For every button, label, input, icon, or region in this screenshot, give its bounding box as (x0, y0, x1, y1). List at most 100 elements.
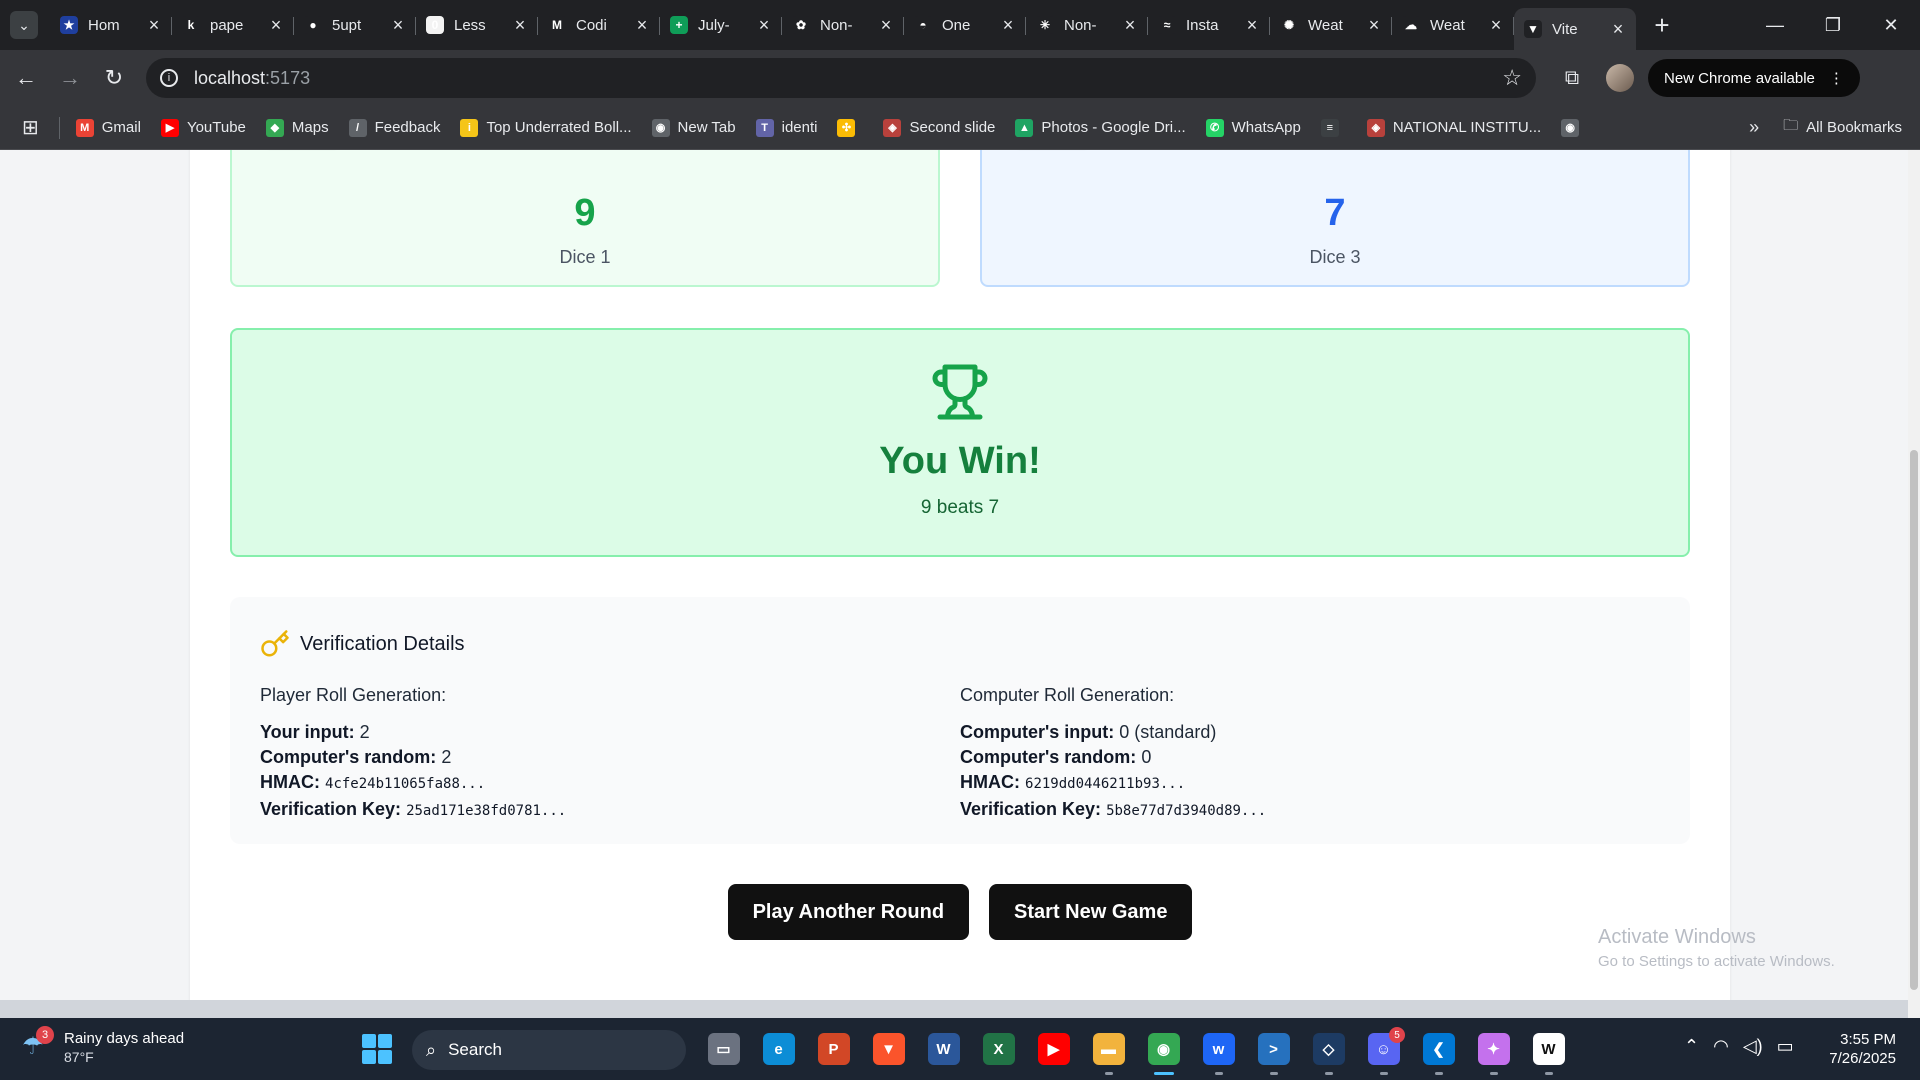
bookmark-item[interactable]: ▲ Photos - Google Dri... (1015, 118, 1186, 137)
wifi-icon[interactable]: ◠ (1713, 1036, 1729, 1057)
volume-icon[interactable]: ◁) (1743, 1036, 1763, 1057)
profile-avatar[interactable] (1606, 64, 1634, 92)
weather-temperature: 87°F (64, 1049, 94, 1065)
eu-flag-icon: ★ (60, 16, 78, 34)
browser-tab[interactable]: ✿ Non- × (782, 6, 904, 44)
taskbar-app[interactable]: ▭ (696, 1027, 751, 1071)
bookmark-item[interactable]: ◈ Second slide (883, 118, 995, 137)
browser-tab[interactable]: ◓ One × (904, 6, 1026, 44)
close-icon[interactable]: × (1122, 15, 1138, 36)
restore-icon[interactable]: ❐ (1804, 0, 1862, 50)
bookmark-label: Photos - Google Dri... (1041, 119, 1186, 136)
bookmark-item[interactable]: ≡ (1320, 118, 1347, 137)
player-key-row: Verification Key: 25ad171e38fd0781... (260, 797, 960, 824)
minimize-icon[interactable]: — (1746, 0, 1804, 50)
reload-button[interactable]: ↻ (96, 60, 132, 96)
taskbar-app[interactable]: P (806, 1027, 861, 1071)
close-icon[interactable]: × (634, 15, 650, 36)
taskbar-app[interactable]: ◇ (1301, 1027, 1356, 1075)
close-icon[interactable]: × (1610, 19, 1626, 40)
taskbar-app[interactable]: X (971, 1027, 1026, 1071)
bookmark-item[interactable]: i Top Underrated Boll... (460, 118, 632, 137)
taskbar-app[interactable]: W (916, 1027, 971, 1071)
bookmark-item[interactable]: / Feedback (348, 118, 440, 137)
taskbar-app[interactable]: W (1521, 1027, 1576, 1075)
taskbar-app[interactable]: e (751, 1027, 806, 1071)
dice-value: 9 (574, 192, 596, 234)
close-icon[interactable]: × (878, 15, 894, 36)
tailwind-icon: ≈ (1158, 16, 1176, 34)
bookmark-item[interactable]: ◆ Maps (265, 118, 329, 137)
extensions-icon[interactable]: ⧉ (1554, 60, 1590, 96)
browser-tab[interactable]: k pape × (172, 6, 294, 44)
back-button[interactable]: ← (8, 60, 44, 96)
chrome-update-button[interactable]: New Chrome available ⋮ (1648, 59, 1860, 97)
browser-tab[interactable]: 0 Less × (416, 6, 538, 44)
browser-tab[interactable]: ▼ Vite × (1514, 8, 1636, 50)
bookmark-item[interactable]: ✣ (837, 118, 863, 137)
browser-tab[interactable]: M Codi × (538, 6, 660, 44)
apps-grid-icon[interactable]: ⊞ (22, 115, 39, 140)
bookmark-item[interactable]: Tidenti (755, 118, 818, 137)
taskbar-app[interactable]: ▬ (1081, 1027, 1136, 1075)
taskbar-app[interactable]: > (1246, 1027, 1301, 1075)
taskbar-app[interactable]: ▶ (1026, 1027, 1081, 1071)
taskbar-clock[interactable]: 3:55 PM 7/26/2025 (1829, 1030, 1896, 1068)
new-tab-button[interactable]: + (1644, 7, 1680, 43)
horizontal-scrollbar[interactable] (0, 1000, 1908, 1018)
browser-tab[interactable]: + July- × (660, 6, 782, 44)
bookmark-item[interactable]: ▶ YouTube (160, 118, 246, 137)
bookmark-star-icon[interactable]: ☆ (1502, 65, 1522, 91)
browser-tab[interactable]: ● 5upt × (294, 6, 416, 44)
youtube-icon: ▶ (1037, 1033, 1070, 1065)
close-icon[interactable]: × (512, 15, 528, 36)
close-icon[interactable]: × (756, 15, 772, 36)
play-another-round-button[interactable]: Play Another Round (727, 884, 970, 940)
tab-search-button[interactable]: ⌄ (10, 11, 38, 39)
taskbar-app[interactable]: ◉ (1136, 1027, 1191, 1075)
activate-windows-watermark: Activate Windows Go to Settings to activ… (1598, 926, 1835, 970)
player-hmac-row: HMAC: 4cfe24b11065fa88... (260, 770, 960, 797)
taskbar-app[interactable]: ▼ (861, 1027, 916, 1071)
chevron-up-icon[interactable]: ⌃ (1684, 1036, 1699, 1057)
taskbar-app[interactable]: ☺ 5 (1356, 1027, 1411, 1075)
close-icon[interactable]: × (146, 15, 162, 36)
all-bookmarks-link[interactable]: All Bookmarks (1806, 119, 1902, 136)
bookmark-item[interactable]: ◉ New Tab (651, 118, 736, 137)
close-icon[interactable]: × (268, 15, 284, 36)
bookmark-item[interactable]: ◈ NATIONAL INSTITU... (1366, 118, 1541, 137)
browser-tab[interactable]: ✺ Weat × (1270, 6, 1392, 44)
bookmark-item[interactable]: ✆ WhatsApp (1205, 118, 1301, 137)
close-icon[interactable]: × (1244, 15, 1260, 36)
field-value: 0 (1141, 747, 1152, 767)
site-info-icon[interactable]: i (160, 69, 178, 87)
close-icon[interactable]: × (390, 15, 406, 36)
browser-tab[interactable]: ★ Hom × (50, 6, 172, 44)
browser-tab[interactable]: ✳ Non- × (1026, 6, 1148, 44)
taskbar-app[interactable]: ❮ (1411, 1027, 1466, 1075)
chevron-double-right-icon[interactable]: » (1749, 117, 1759, 138)
bookmark-label: identi (781, 119, 818, 136)
weather-widget[interactable]: ☂ 3 Rainy days ahead 87°F (22, 1025, 184, 1065)
windows-start-icon[interactable] (362, 1034, 392, 1064)
close-window-icon[interactable]: ✕ (1862, 0, 1920, 50)
close-icon[interactable]: × (1000, 15, 1016, 36)
browser-tab[interactable]: ☁ Weat × (1392, 6, 1514, 44)
taskbar-app[interactable]: w (1191, 1027, 1246, 1075)
close-icon[interactable]: × (1488, 15, 1504, 36)
bookmark-item[interactable]: ◉ (1561, 118, 1587, 137)
hmac-value: 6219dd0446211b93... (1025, 776, 1186, 792)
battery-icon[interactable]: ▭ (1777, 1036, 1794, 1057)
address-bar[interactable]: i localhost:5173 ☆ (146, 58, 1536, 98)
bookmark-label: WhatsApp (1231, 119, 1301, 136)
start-new-game-button[interactable]: Start New Game (989, 884, 1193, 940)
vertical-scrollbar-thumb[interactable] (1910, 450, 1918, 990)
browser-tab[interactable]: ≈ Insta × (1148, 6, 1270, 44)
taskbar-app[interactable]: ✦ (1466, 1027, 1521, 1075)
taskbar-search[interactable]: ⌕ Search (412, 1030, 686, 1070)
tab-title: July- (698, 16, 730, 34)
forward-button[interactable]: → (52, 60, 88, 96)
bookmark-item[interactable]: M Gmail (75, 118, 141, 137)
close-icon[interactable]: × (1366, 15, 1382, 36)
excel-icon: X (982, 1033, 1015, 1065)
